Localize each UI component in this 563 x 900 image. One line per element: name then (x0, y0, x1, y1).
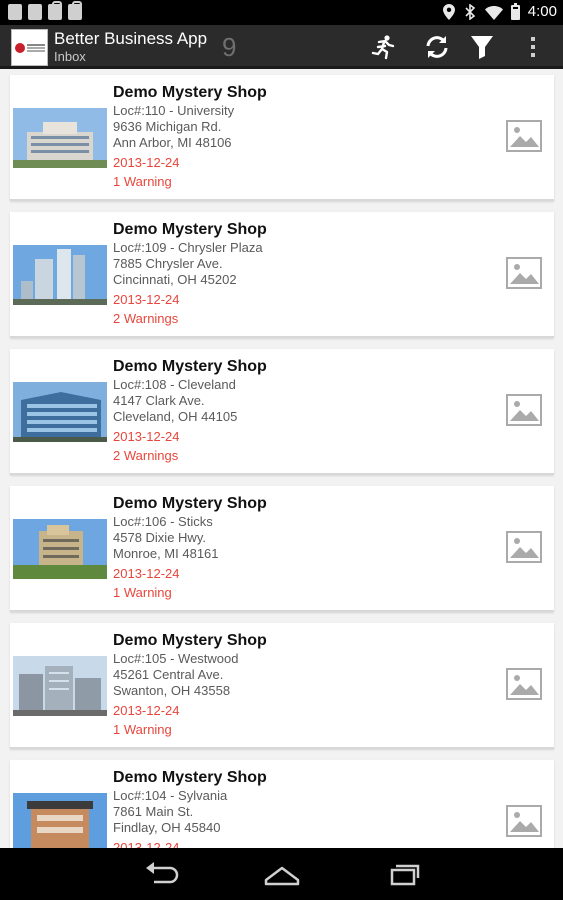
image-placeholder-icon[interactable] (506, 257, 542, 289)
shop-address: 7861 Main St. (113, 804, 194, 819)
shop-title: Demo Mystery Shop (113, 632, 267, 649)
shop-city: Ann Arbor, MI 48106 (113, 135, 232, 150)
shop-info: Demo Mystery Shop Loc#:110 - University … (113, 83, 267, 191)
shop-date: 2013-12-24 (113, 155, 180, 170)
screen-subtitle: Inbox (54, 49, 86, 64)
shop-location: Loc#:108 - Cleveland (113, 377, 236, 392)
shop-card[interactable]: Demo Mystery Shop Loc#:106 - Sticks 4578… (10, 486, 554, 612)
status-bar: 4:00 (0, 0, 563, 25)
shop-location: Loc#:109 - Chrysler Plaza (113, 240, 263, 255)
location-photo (13, 656, 107, 716)
shop-card[interactable]: Demo Mystery Shop Loc#:105 - Westwood 45… (10, 623, 554, 749)
shop-location: Loc#:106 - Sticks (113, 514, 213, 529)
image-placeholder-icon[interactable] (506, 120, 542, 152)
shop-address: 4578 Dixie Hwy. (113, 530, 206, 545)
shop-location: Loc#:104 - Sylvania (113, 788, 228, 803)
run-icon[interactable] (370, 33, 398, 61)
shop-info: Demo Mystery Shop Loc#:104 - Sylvania 78… (113, 768, 267, 848)
location-photo (13, 519, 107, 579)
action-bar: Better Business App Inbox 9 (0, 25, 563, 69)
shop-title: Demo Mystery Shop (113, 495, 267, 512)
bluetooth-icon (465, 4, 476, 20)
shop-warnings: 1 Warning (113, 174, 172, 189)
shop-date: 2013-12-24 (113, 292, 180, 307)
shop-warnings: 2 Warnings (113, 311, 179, 326)
shop-info: Demo Mystery Shop Loc#:106 - Sticks 4578… (113, 494, 267, 602)
shop-warnings: 2 Warnings (113, 448, 179, 463)
location-photo (13, 793, 107, 848)
shop-address: 45261 Central Ave. (113, 667, 224, 682)
shop-address: 7885 Chrysler Ave. (113, 256, 223, 271)
image-placeholder-icon[interactable] (506, 394, 542, 426)
shop-card[interactable]: Demo Mystery Shop Loc#:109 - Chrysler Pl… (10, 212, 554, 338)
app-notification-icon (8, 4, 22, 20)
shop-date: 2013-12-24 (113, 566, 180, 581)
image-placeholder-icon[interactable] (506, 805, 542, 837)
wifi-icon (484, 5, 503, 20)
refresh-icon[interactable] (423, 33, 451, 61)
image-placeholder-icon[interactable] (506, 531, 542, 563)
shop-city: Cleveland, OH 44105 (113, 409, 238, 424)
gallery-notification-icon (28, 4, 42, 20)
shop-card[interactable]: Demo Mystery Shop Loc#:104 - Sylvania 78… (10, 760, 554, 848)
shop-date: 2013-12-24 (113, 429, 180, 444)
location-photo (13, 245, 107, 305)
shop-address: 4147 Clark Ave. (113, 393, 205, 408)
navigation-bar (0, 848, 563, 900)
clock: 4:00 (527, 3, 557, 20)
filter-icon[interactable] (468, 33, 496, 61)
shop-title: Demo Mystery Shop (113, 84, 267, 101)
back-icon[interactable] (142, 860, 182, 888)
shop-city: Monroe, MI 48161 (113, 546, 219, 561)
shop-warnings: 1 Warning (113, 722, 172, 737)
shop-title: Demo Mystery Shop (113, 769, 267, 786)
shop-info: Demo Mystery Shop Loc#:105 - Westwood 45… (113, 631, 267, 739)
location-photo (13, 108, 107, 168)
battery-icon (510, 2, 520, 20)
shop-city: Findlay, OH 45840 (113, 820, 221, 835)
home-icon[interactable] (262, 860, 302, 888)
location-icon (442, 4, 455, 20)
shop-location: Loc#:105 - Westwood (113, 651, 239, 666)
overflow-menu-icon[interactable] (519, 33, 547, 61)
shopping-bag-icon (48, 1, 62, 20)
shop-city: Cincinnati, OH 45202 (113, 272, 237, 287)
system-status: 4:00 (442, 2, 557, 22)
shop-date: 2013-12-24 (113, 703, 180, 718)
shop-location: Loc#:110 - University (113, 103, 235, 118)
shop-city: Swanton, OH 43558 (113, 683, 231, 698)
app-title: Better Business App (54, 29, 208, 48)
shop-card[interactable]: Demo Mystery Shop Loc#:108 - Cleveland 4… (10, 349, 554, 475)
shop-date: 2013-12-24 (113, 840, 180, 848)
inbox-count: 9 (222, 32, 237, 62)
shop-info: Demo Mystery Shop Loc#:109 - Chrysler Pl… (113, 220, 267, 328)
location-photo (13, 382, 107, 442)
shop-list[interactable]: Demo Mystery Shop Loc#:110 - University … (0, 72, 563, 848)
shop-title: Demo Mystery Shop (113, 358, 267, 375)
shop-title: Demo Mystery Shop (113, 221, 267, 238)
shop-card[interactable]: Demo Mystery Shop Loc#:110 - University … (10, 75, 554, 201)
app-logo[interactable] (11, 29, 48, 66)
shopping-bag-icon (68, 1, 82, 20)
image-placeholder-icon[interactable] (506, 668, 542, 700)
shop-warnings: 1 Warning (113, 585, 172, 600)
recent-apps-icon[interactable] (382, 860, 422, 888)
notification-icons (8, 1, 82, 20)
shop-address: 9636 Michigan Rd. (113, 119, 222, 134)
shop-info: Demo Mystery Shop Loc#:108 - Cleveland 4… (113, 357, 267, 465)
